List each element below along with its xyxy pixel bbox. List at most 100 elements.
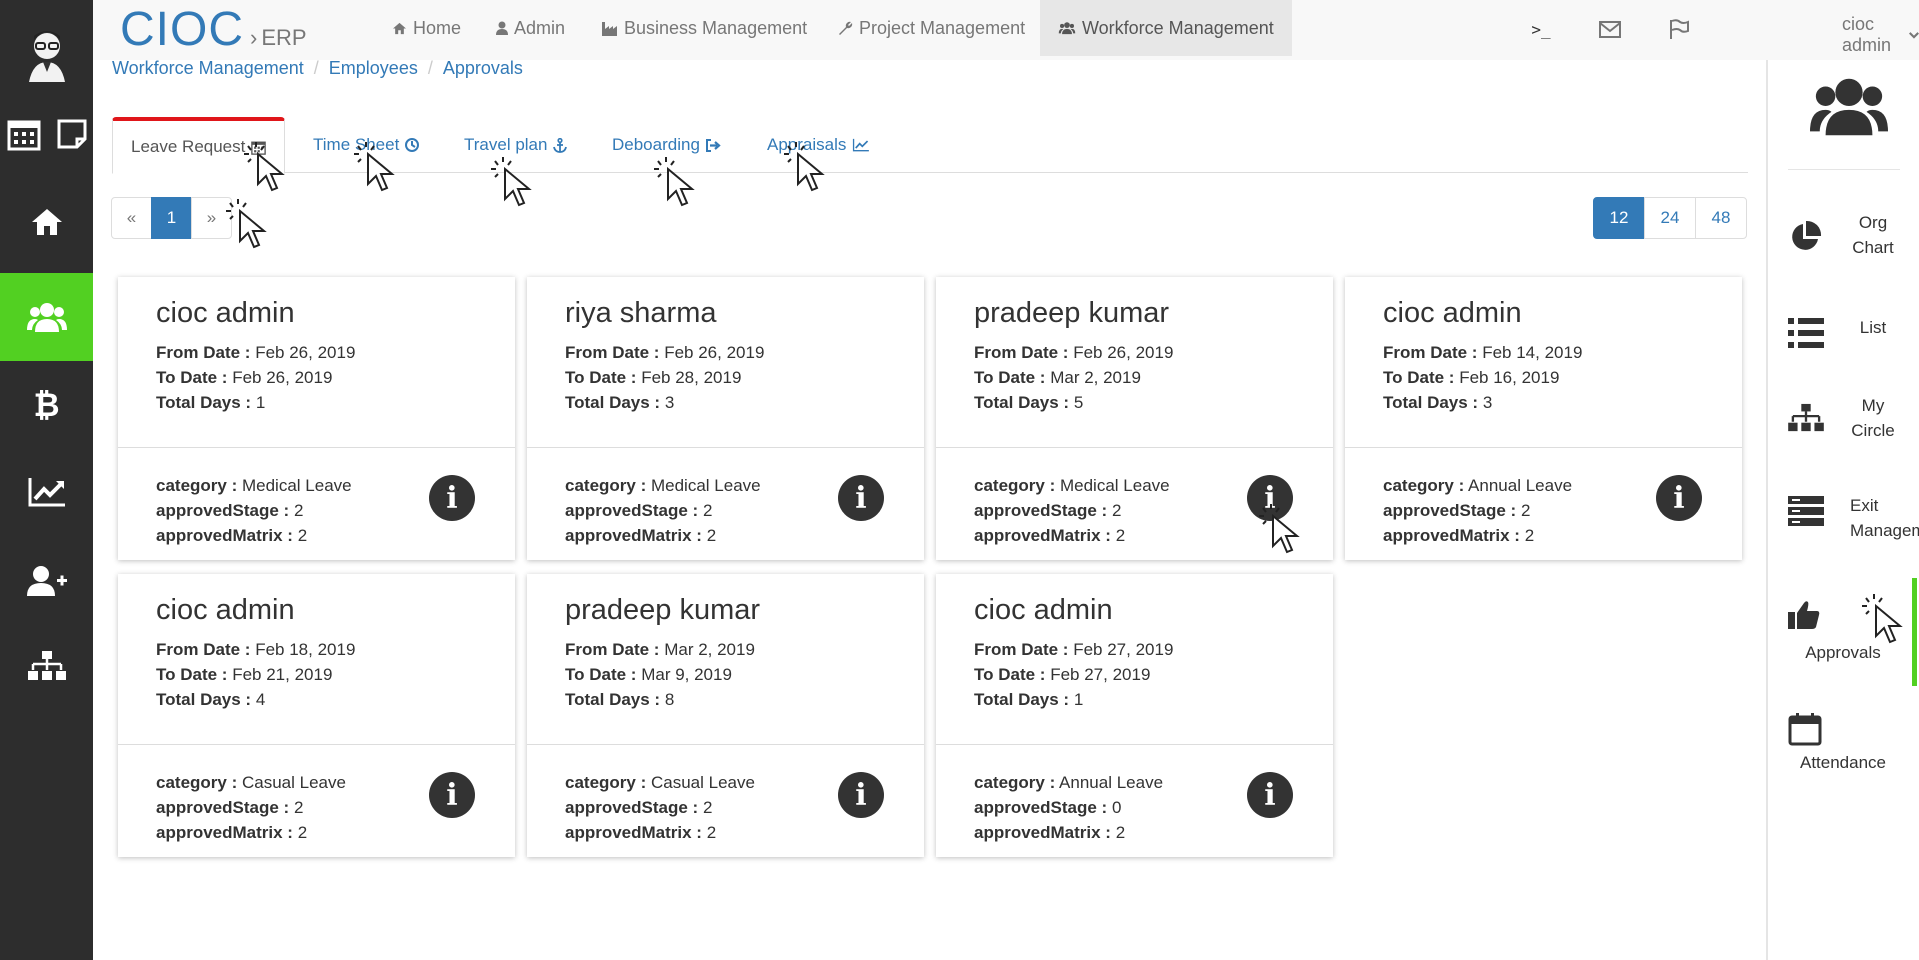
bitcoin-icon[interactable]: ₿ bbox=[0, 361, 93, 449]
to-date-row: To Date : Feb 27, 2019 bbox=[974, 662, 1295, 687]
sticky-note-icon[interactable] bbox=[57, 119, 87, 154]
sidebar-item-my-circle[interactable]: My Circle bbox=[1768, 393, 1919, 448]
approved-matrix-label: approvedMatrix : bbox=[565, 526, 702, 545]
category-label: category : bbox=[565, 476, 647, 495]
info-icon[interactable]: i bbox=[429, 772, 475, 818]
category-label: category : bbox=[156, 773, 238, 792]
flag-icon[interactable] bbox=[1666, 16, 1692, 42]
page-size-24[interactable]: 24 bbox=[1644, 197, 1696, 239]
brand[interactable]: CIOC › ERP bbox=[120, 2, 307, 57]
employee-name: pradeep kumar bbox=[974, 297, 1170, 329]
info-icon[interactable]: i bbox=[1656, 475, 1702, 521]
nav-workforce-label: Workforce Management bbox=[1082, 17, 1274, 38]
total-days-label: Total Days : bbox=[1383, 393, 1479, 412]
tab-leave-request-label: Leave Request bbox=[131, 137, 246, 156]
tab-appraisals[interactable]: Appraisals bbox=[767, 117, 870, 173]
approved-matrix-label: approvedMatrix : bbox=[1383, 526, 1520, 545]
pager-next[interactable]: » bbox=[191, 197, 232, 239]
sidebar-item-org-chart[interactable]: Org Chart bbox=[1768, 210, 1919, 270]
leave-request-card: cioc admin From Date : Feb 14, 2019 To D… bbox=[1345, 277, 1742, 560]
breadcrumb-workforce[interactable]: Workforce Management bbox=[112, 58, 304, 79]
breadcrumb-separator: / bbox=[427, 58, 433, 78]
nav-workforce-management[interactable]: Workforce Management bbox=[1040, 0, 1292, 56]
nav-admin[interactable]: Admin bbox=[496, 0, 565, 56]
to-date-label: To Date : bbox=[156, 368, 228, 387]
total-days-row: Total Days : 3 bbox=[565, 390, 886, 415]
total-days-label: Total Days : bbox=[156, 690, 252, 709]
terminal-icon[interactable]: >_ bbox=[1528, 16, 1554, 42]
sidebar-item-approvals[interactable]: Approvals bbox=[1768, 578, 1919, 686]
top-navbar: CIOC › ERP Home Admin Business Managemen… bbox=[93, 0, 1919, 60]
from-date-value: Mar 2, 2019 bbox=[664, 640, 755, 659]
pager-page-1[interactable]: 1 bbox=[151, 197, 192, 239]
sitemap-icon[interactable] bbox=[0, 622, 93, 710]
page-size-12[interactable]: 12 bbox=[1593, 197, 1645, 239]
total-days-value: 1 bbox=[1073, 690, 1084, 709]
breadcrumb-employees[interactable]: Employees bbox=[329, 58, 418, 79]
total-days-label: Total Days : bbox=[974, 690, 1070, 709]
total-days-value: 5 bbox=[1073, 393, 1084, 412]
to-date-value: Feb 16, 2019 bbox=[1459, 368, 1560, 387]
sidebar-item-attendance[interactable]: Attendance bbox=[1768, 712, 1919, 772]
approved-stage-value: 2 bbox=[1111, 501, 1122, 520]
card-header: riya sharma From Date : Feb 26, 2019 To … bbox=[527, 277, 924, 448]
leave-request-card: riya sharma From Date : Feb 26, 2019 To … bbox=[527, 277, 924, 560]
info-icon[interactable]: i bbox=[838, 772, 884, 818]
user-menu[interactable]: cioc admin bbox=[1842, 14, 1919, 56]
avatar[interactable] bbox=[0, 10, 93, 98]
to-date-value: Feb 27, 2019 bbox=[1050, 665, 1151, 684]
info-icon[interactable]: i bbox=[1247, 772, 1293, 818]
users-icon[interactable] bbox=[0, 273, 93, 361]
approved-matrix-value: 2 bbox=[297, 526, 308, 545]
from-date-row: From Date : Feb 27, 2019 bbox=[974, 637, 1295, 662]
breadcrumb-approvals[interactable]: Approvals bbox=[443, 58, 523, 79]
line-chart-icon[interactable] bbox=[0, 448, 93, 536]
employee-name: cioc admin bbox=[156, 594, 295, 626]
category-value: Annual Leave bbox=[1468, 476, 1573, 495]
nav-home[interactable]: Home bbox=[392, 0, 461, 56]
approved-matrix-label: approvedMatrix : bbox=[156, 526, 293, 545]
nav-business-management[interactable]: Business Management bbox=[601, 0, 807, 56]
calendar-icon bbox=[251, 141, 267, 155]
from-date-row: From Date : Feb 26, 2019 bbox=[565, 340, 886, 365]
user-plus-icon[interactable] bbox=[0, 537, 93, 625]
employee-name: riya sharma bbox=[565, 297, 717, 329]
calendar-icon[interactable] bbox=[7, 117, 41, 156]
approved-matrix-value: 2 bbox=[1115, 823, 1126, 842]
to-date-label: To Date : bbox=[1383, 368, 1455, 387]
pager-prev[interactable]: « bbox=[111, 197, 152, 239]
to-date-row: To Date : Feb 26, 2019 bbox=[156, 365, 477, 390]
divider bbox=[1788, 169, 1900, 170]
total-days-label: Total Days : bbox=[156, 393, 252, 412]
category-value: Medical Leave bbox=[1059, 476, 1170, 495]
tab-travel-plan-label: Travel plan bbox=[464, 135, 548, 154]
approval-tabs: Leave Request Time Sheet Travel plan Deb… bbox=[112, 117, 1748, 174]
from-date-row: From Date : Mar 2, 2019 bbox=[565, 637, 886, 662]
approved-stage-label: approvedStage : bbox=[565, 501, 699, 520]
total-days-value: 3 bbox=[1482, 393, 1493, 412]
tab-time-sheet[interactable]: Time Sheet bbox=[313, 117, 420, 173]
tab-deboarding[interactable]: Deboarding bbox=[612, 117, 721, 173]
from-date-label: From Date : bbox=[156, 343, 251, 362]
info-icon[interactable]: i bbox=[429, 475, 475, 521]
envelope-icon[interactable] bbox=[1597, 16, 1623, 42]
page-size-48[interactable]: 48 bbox=[1695, 197, 1747, 239]
info-icon[interactable]: i bbox=[838, 475, 884, 521]
nav-project-management[interactable]: Project Management bbox=[838, 0, 1025, 56]
home-icon[interactable] bbox=[0, 178, 93, 266]
sidebar-item-list[interactable]: List bbox=[1768, 315, 1919, 355]
nav-project-label: Project Management bbox=[859, 17, 1026, 38]
category-label: category : bbox=[1383, 476, 1465, 495]
approved-matrix-row: approvedMatrix : 2 bbox=[156, 523, 477, 548]
pagination: « 1 » bbox=[111, 197, 232, 239]
card-header: cioc admin From Date : Feb 18, 2019 To D… bbox=[118, 574, 515, 745]
tab-leave-request[interactable]: Leave Request bbox=[112, 117, 286, 174]
approved-matrix-row: approvedMatrix : 2 bbox=[974, 820, 1295, 845]
info-icon[interactable]: i bbox=[1247, 475, 1293, 521]
tab-travel-plan[interactable]: Travel plan bbox=[464, 117, 568, 173]
total-days-value: 1 bbox=[255, 393, 266, 412]
sign-out-icon bbox=[705, 138, 721, 152]
sidebar-item-exit-management[interactable]: Exit Management bbox=[1768, 493, 1919, 553]
sidebar-item-label: Attendance bbox=[1799, 753, 1886, 772]
total-days-value: 3 bbox=[664, 393, 675, 412]
